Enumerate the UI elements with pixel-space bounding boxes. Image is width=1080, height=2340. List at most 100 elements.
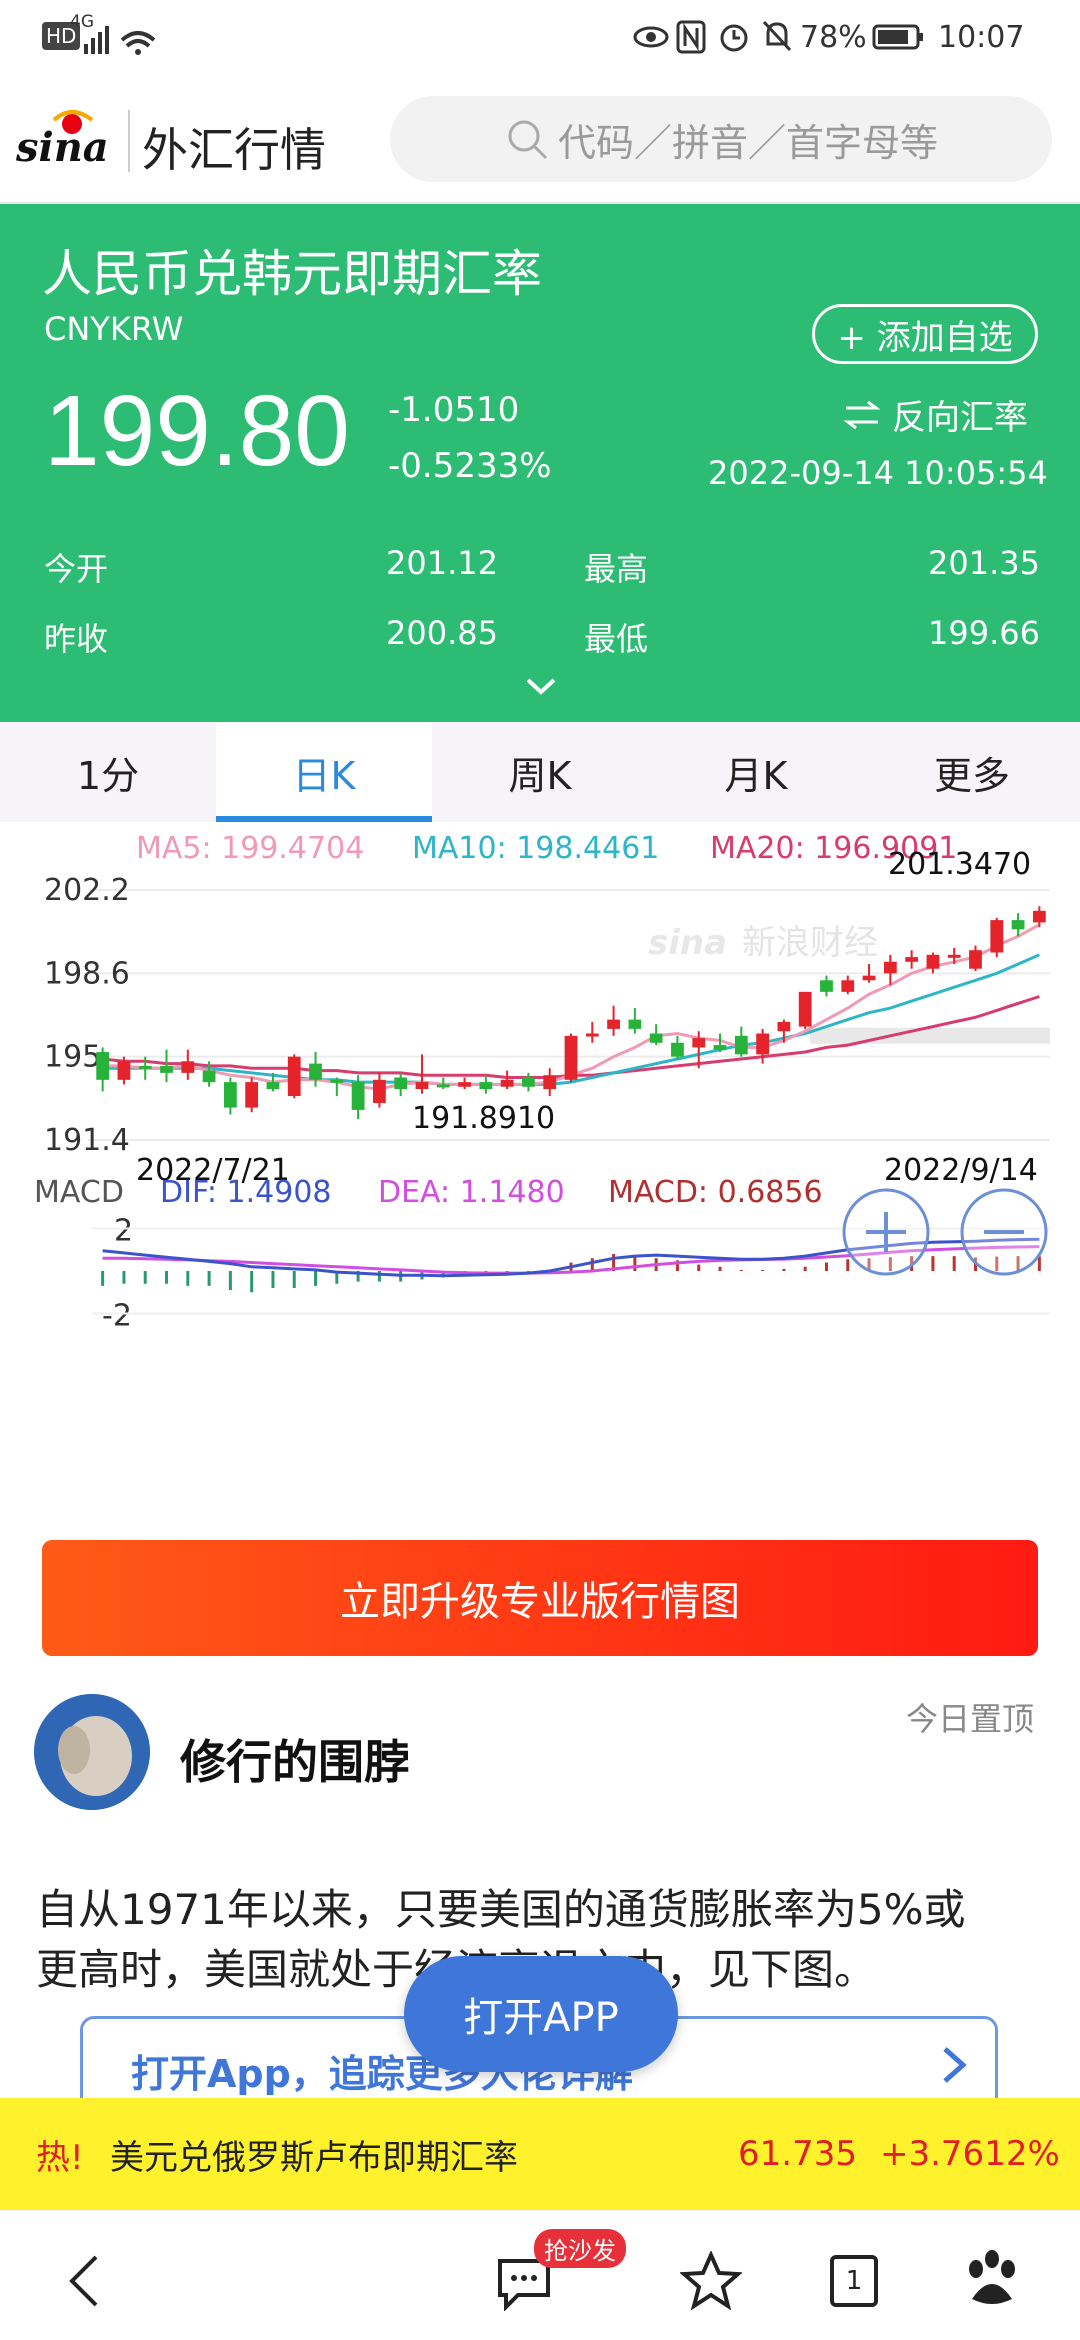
y-tick-label: 202.2 xyxy=(44,873,130,908)
tab-1[interactable]: 日K xyxy=(216,722,432,822)
instrument-code: CNYKRW xyxy=(44,310,184,348)
y-tick-label: 191.4 xyxy=(44,1123,130,1158)
tab-3[interactable]: 月K xyxy=(648,722,864,822)
kline-chart-svg: MA5: 199.4704 MA10: 198.4461 MA20: 196.909… xyxy=(34,831,1050,1334)
candle-body xyxy=(436,1084,450,1088)
tabs-count: 1 xyxy=(845,2266,863,2296)
add-watchlist-label: + 添加自选 xyxy=(837,317,1013,358)
baidu-paw-icon[interactable] xyxy=(962,2249,1022,2311)
candle-body xyxy=(117,1061,131,1080)
signal-icon xyxy=(84,26,156,55)
tab-label: 周K xyxy=(508,753,572,798)
post-text-line1: 自从1971年以来，只要美国的通货膨胀率为5%或 xyxy=(36,1885,966,1934)
candle-body xyxy=(373,1079,386,1103)
candle-body xyxy=(266,1082,280,1090)
kline-chart[interactable]: MA5: 199.4704 MA10: 198.4461 MA20: 196.909… xyxy=(0,822,1080,1508)
y-tick-label: 198.6 xyxy=(44,956,130,991)
low-label: 最低 xyxy=(584,620,649,658)
candle-body xyxy=(96,1052,110,1080)
hot-instrument-name: 美元兑俄罗斯卢布即期汇率 xyxy=(110,2137,518,2178)
macd-title: MACD xyxy=(34,1175,124,1210)
sina-logo[interactable]: sina xyxy=(14,106,124,172)
candle-body xyxy=(458,1082,471,1087)
hot-price: 61.735 xyxy=(738,2134,857,2174)
macd-y-tick: 2 xyxy=(114,1214,133,1249)
swap-icon xyxy=(843,400,881,429)
candle-body xyxy=(649,1033,663,1043)
tabs-count-button[interactable]: 1 xyxy=(830,2255,878,2307)
reverse-rate-label: 反向汇率 xyxy=(892,398,1028,438)
candle-body xyxy=(671,1042,684,1057)
candle-body xyxy=(926,954,940,969)
expand-chevron-icon[interactable] xyxy=(524,674,558,698)
tab-label: 更多 xyxy=(933,753,1010,798)
candle-body xyxy=(181,1061,195,1073)
candle-body xyxy=(628,1019,642,1029)
page-title: 外汇行情 xyxy=(142,123,326,177)
price-change-pct: -0.5233% xyxy=(388,446,552,486)
candle-body xyxy=(415,1082,429,1090)
tab-0[interactable]: 1分 xyxy=(0,722,216,822)
candle-body xyxy=(202,1070,216,1083)
candle-body xyxy=(820,980,833,992)
candle-body xyxy=(607,1019,620,1029)
min-price-label: 191.8910 xyxy=(412,1101,555,1136)
candle-body xyxy=(223,1082,237,1108)
candle-body xyxy=(394,1077,408,1090)
macd-value-label: MACD: 0.6856 xyxy=(608,1175,823,1210)
tab-4[interactable]: 更多 xyxy=(864,722,1080,822)
back-icon[interactable] xyxy=(64,2251,104,2311)
upgrade-pro-chart-button[interactable]: 立即升级专业版行情图 xyxy=(42,1540,1038,1656)
hot-tag: 热! xyxy=(36,2137,84,2178)
hot-change: +3.7612% xyxy=(880,2134,1060,2174)
avatar[interactable] xyxy=(34,1694,150,1810)
logo-text: sina xyxy=(16,124,109,171)
add-watchlist-button[interactable]: + 添加自选 xyxy=(812,304,1038,364)
candle-body xyxy=(287,1056,301,1097)
reverse-rate-button[interactable]: 反向汇率 xyxy=(842,390,1028,439)
quote-panel: 人民币兑韩元即期汇率 CNYKRW + 添加自选 199.80 -1.0510 … xyxy=(0,204,1080,722)
candle-body xyxy=(990,920,1004,953)
author-name[interactable]: 修行的围脖 xyxy=(180,1726,410,1792)
last-price: 199.80 xyxy=(44,375,350,487)
high-value: 201.35 xyxy=(928,544,1040,582)
status-bar: HD 4G 78% 10:07 xyxy=(0,0,1080,78)
open-app-button[interactable]: 打开APP xyxy=(404,1956,678,2072)
candle-body xyxy=(479,1082,493,1090)
open-app-label: 打开APP xyxy=(463,1995,619,2041)
watermark-logo: sina xyxy=(648,923,727,963)
candle-body xyxy=(756,1033,769,1055)
tab-label: 1分 xyxy=(76,753,140,798)
candle-body xyxy=(905,957,919,962)
candle-body xyxy=(969,950,982,969)
candle-body xyxy=(798,991,812,1027)
price-change: -1.0510 xyxy=(388,390,520,430)
tab-label: 日K xyxy=(292,753,356,798)
candle-body xyxy=(585,1033,599,1037)
quote-datetime: 2022-09-14 10:05:54 xyxy=(708,454,1048,492)
open-label: 今开 xyxy=(44,550,109,588)
mute-icon xyxy=(762,20,792,52)
candle-body xyxy=(1032,910,1046,923)
candle-body xyxy=(862,975,876,981)
ma5-label: MA5: 199.4704 xyxy=(136,831,364,866)
candle-body xyxy=(138,1065,152,1069)
star-icon[interactable] xyxy=(680,2251,742,2311)
search-icon xyxy=(508,120,548,160)
nfc-icon xyxy=(676,20,706,54)
candle-body xyxy=(947,954,961,958)
search-input[interactable]: 代码／拼音／首字母等 xyxy=(390,96,1052,182)
dea-label: DEA: 1.1480 xyxy=(378,1175,565,1210)
upgrade-label: 立即升级专业版行情图 xyxy=(340,1579,740,1625)
battery-icon xyxy=(872,24,923,50)
candle-body xyxy=(522,1077,535,1087)
battery-percent: 78% xyxy=(800,20,867,55)
tab-2[interactable]: 周K xyxy=(432,722,648,822)
ma10-label: MA10: 198.4461 xyxy=(412,831,659,866)
macd-y-tick: -2 xyxy=(102,1299,132,1334)
candle-body xyxy=(309,1063,322,1080)
hot-ticker-bar[interactable]: 热! 美元兑俄罗斯卢布即期汇率 61.735 +3.7612% xyxy=(0,2098,1080,2210)
candle-body xyxy=(713,1045,727,1050)
eye-icon xyxy=(633,26,669,48)
dif-label: DIF: 1.4908 xyxy=(160,1175,332,1210)
